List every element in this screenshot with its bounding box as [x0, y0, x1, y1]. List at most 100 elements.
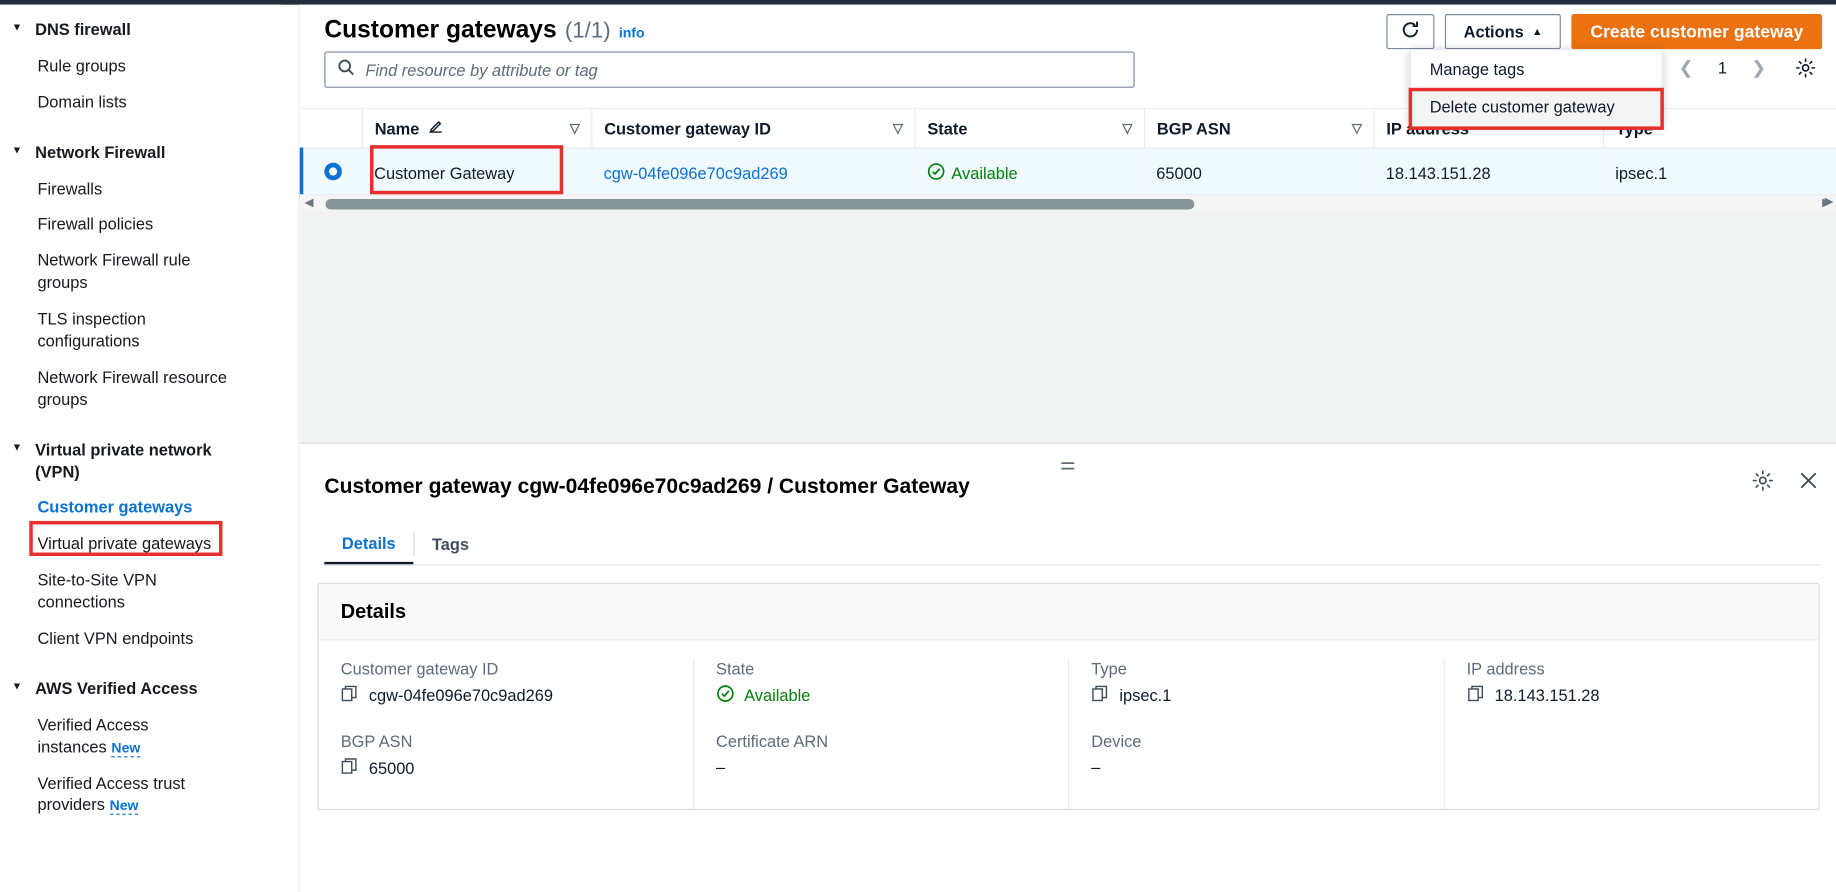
details-column-2: State Available Certificate ARN – [694, 659, 1070, 809]
triangle-down-icon: ▼ [11, 440, 23, 453]
pencil-icon[interactable] [428, 118, 444, 138]
tab-details[interactable]: Details [324, 523, 414, 566]
copy-icon[interactable] [341, 685, 359, 706]
sort-caret-icon[interactable]: ▽ [570, 121, 580, 136]
table-header-select [301, 107, 363, 149]
field-customer-gateway-id: Customer gateway ID cgw-04fe096e70c9ad26… [341, 659, 671, 706]
search-input[interactable] [365, 60, 1122, 80]
table-preferences-gear-icon[interactable] [1789, 52, 1822, 85]
field-label: Customer gateway ID [340, 659, 499, 678]
field-bgp-asn: BGP ASN 65000 [341, 732, 671, 779]
field-label: BGP ASN [340, 731, 413, 751]
menu-item-manage-tags[interactable]: Manage tags [1411, 50, 1662, 87]
close-icon[interactable] [1797, 469, 1819, 497]
sort-caret-icon[interactable]: ▽ [1122, 121, 1132, 136]
table-row[interactable]: Customer Gateway cgw-04fe096e70c9ad269 A… [299, 148, 1836, 198]
table-header-bgp-asn[interactable]: BGP ASN ▽ [1143, 107, 1375, 149]
sidebar-item-client-vpn-endpoints[interactable]: Client VPN endpoints [0, 620, 281, 656]
sidebar-item-customer-gateways[interactable]: Customer gateways [0, 490, 281, 526]
details-card-body: Customer gateway ID cgw-04fe096e70c9ad26… [318, 640, 1818, 809]
details-column-1: Customer gateway ID cgw-04fe096e70c9ad26… [318, 659, 694, 809]
actions-dropdown-menu[interactable]: Manage tags Delete customer gateway [1409, 49, 1663, 127]
cell-bgp-asn: 65000 [1144, 148, 1375, 198]
details-heading: Details [340, 599, 407, 623]
nav-group-header-network-firewall[interactable]: ▼ Network Firewall [0, 134, 281, 170]
field-value: – [716, 757, 726, 777]
actions-button[interactable]: Actions ▲ [1444, 14, 1562, 50]
sort-caret-icon[interactable]: ▽ [893, 121, 903, 136]
page-title-text: Customer gateways [324, 16, 557, 44]
table-horizontal-scrollbar[interactable]: ◀ ▶ [299, 194, 1836, 211]
sidebar-item-virtual-private-gateways[interactable]: Virtual private gateways [0, 526, 281, 562]
aws-vpc-console: ▼ DNS firewall Rule groups Domain lists … [0, 0, 1836, 892]
menu-item-delete-customer-gateway[interactable]: Delete customer gateway [1410, 87, 1662, 126]
nav-group-title: Network Firewall [35, 142, 166, 162]
split-panel-actions [1752, 469, 1820, 497]
triangle-left-icon[interactable]: ◀ [303, 197, 315, 210]
sidebar-item-firewall-policies[interactable]: Firewall policies [0, 207, 281, 243]
table-header-name[interactable]: Name ▽ [361, 107, 592, 149]
drag-handle-icon[interactable]: ⚌ [1053, 454, 1083, 474]
radio-selected-icon[interactable] [324, 162, 342, 180]
field-label: State [716, 659, 755, 678]
cell-state: Available [915, 148, 1145, 198]
search-bar[interactable] [324, 51, 1135, 88]
copy-icon[interactable] [341, 757, 359, 778]
copy-icon[interactable] [1091, 685, 1109, 706]
sidebar-item-firewalls[interactable]: Firewalls [0, 170, 281, 206]
field-state: State Available [716, 659, 1046, 706]
field-value: cgw-04fe096e70c9ad269 [368, 685, 553, 705]
sidebar-navigation[interactable]: ▼ DNS firewall Rule groups Domain lists … [0, 4, 282, 892]
nav-group-header-vpn[interactable]: ▼ Virtual private network (VPN) [0, 432, 281, 490]
field-value: 65000 [368, 758, 415, 778]
create-customer-gateway-button[interactable]: Create customer gateway [1571, 14, 1822, 50]
check-circle-icon [927, 162, 945, 183]
column-label: BGP ASN [1156, 118, 1231, 138]
table-header-state[interactable]: State ▽ [914, 107, 1145, 149]
split-panel-gear-icon[interactable] [1752, 469, 1774, 497]
nav-group-header-dns-firewall[interactable]: ▼ DNS firewall [0, 12, 281, 48]
nav-group-header-aws-verified-access[interactable]: ▼ AWS Verified Access [0, 671, 281, 707]
customer-gateway-id-link[interactable]: cgw-04fe096e70c9ad269 [604, 163, 788, 182]
split-panel: ⚌ Customer gateway cgw-04fe096e70c9ad269… [299, 442, 1836, 892]
sidebar-item-verified-access-trust-providers[interactable]: Verified Access trust providers New [0, 765, 281, 823]
cell-customer-gateway-id[interactable]: cgw-04fe096e70c9ad269 [591, 148, 916, 198]
triangle-down-icon: ▼ [11, 680, 23, 692]
refresh-button[interactable] [1386, 14, 1435, 50]
column-label: Name [374, 118, 420, 138]
copy-icon[interactable] [1467, 685, 1485, 706]
pagination-next-button[interactable]: ❯ [1743, 53, 1773, 83]
sidebar-item-site-to-site-vpn-connections[interactable]: Site-to-Site VPN connections [0, 562, 281, 620]
sort-caret-icon[interactable]: ▽ [1352, 121, 1362, 136]
row-select-cell[interactable] [299, 148, 363, 198]
tab-tags[interactable]: Tags [414, 523, 486, 565]
sidebar-item-network-firewall-rule-groups[interactable]: Network Firewall rule groups [0, 243, 281, 301]
search-icon [337, 58, 355, 81]
field-ip-address: IP address 18.143.151.28 [1467, 659, 1797, 706]
pagination-previous-button[interactable]: ❮ [1671, 53, 1701, 83]
sidebar-item-domain-lists[interactable]: Domain lists [0, 84, 281, 120]
sidebar-item-rule-groups[interactable]: Rule groups [0, 48, 281, 84]
page-title: Customer gateways (1/1) info [324, 16, 644, 44]
nav-group-virtual-private-network: ▼ Virtual private network (VPN) Customer… [0, 432, 281, 657]
field-label: Type [1091, 659, 1127, 678]
sidebar-item-verified-access-instances[interactable]: Verified Access instances New [0, 707, 281, 765]
horizontal-scrollbar-thumb[interactable] [325, 199, 1195, 210]
new-badge: New [111, 739, 141, 758]
field-device: Device – [1091, 732, 1421, 776]
resource-count: (1/1) [564, 18, 611, 44]
pagination-page-1[interactable]: 1 [1707, 53, 1737, 83]
field-type: Type ipsec.1 [1091, 659, 1421, 706]
sidebar-item-tls-inspection-configurations[interactable]: TLS inspection configurations [0, 301, 281, 359]
scroll-right-edge-icon[interactable]: ▶ [1825, 195, 1834, 208]
details-column-4: IP address 18.143.151.28 [1444, 659, 1818, 809]
field-label: IP address [1466, 659, 1545, 678]
field-label: Certificate ARN [716, 731, 829, 751]
table-header-customer-gateway-id[interactable]: Customer gateway ID ▽ [591, 107, 916, 149]
info-link[interactable]: info [619, 25, 645, 41]
sidebar-item-network-firewall-resource-groups[interactable]: Network Firewall resource groups [0, 359, 281, 417]
triangle-down-icon: ▼ [11, 21, 23, 33]
nav-group-title: Virtual private network (VPN) [35, 439, 212, 481]
column-label: State [927, 118, 968, 138]
field-value: 18.143.151.28 [1494, 685, 1600, 705]
